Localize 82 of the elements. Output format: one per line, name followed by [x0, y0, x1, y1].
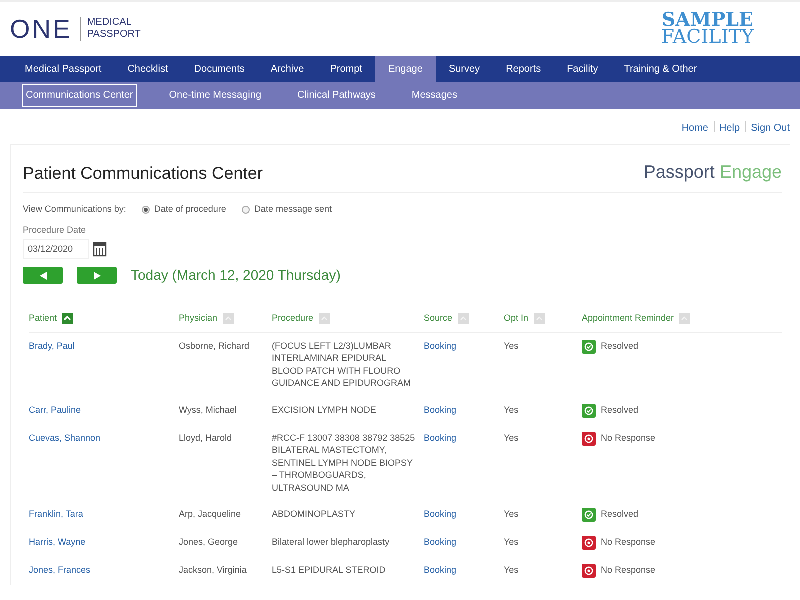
sort-icon[interactable]: [458, 313, 469, 324]
source-link[interactable]: Booking: [424, 432, 457, 442]
nav-tab[interactable]: Archive: [258, 56, 318, 82]
subnav-tab[interactable]: Messages: [408, 84, 462, 107]
radio-icon[interactable]: [142, 206, 150, 214]
source-link[interactable]: Booking: [424, 565, 457, 575]
nav-tab[interactable]: Medical Passport: [12, 56, 115, 82]
radio-option[interactable]: Date message sent: [242, 203, 332, 216]
patient-link[interactable]: Brady, Paul: [29, 340, 75, 350]
right-triangle-icon: [94, 272, 100, 280]
subnav-tab[interactable]: Communications Center: [22, 84, 138, 107]
subnav-tab[interactable]: One-time Messaging: [165, 84, 266, 107]
reminder-status: No Response: [601, 536, 656, 548]
logo-subtitle: MEDICAL PASSPORT: [80, 17, 141, 41]
column-header[interactable]: Appointment Reminder: [582, 312, 674, 326]
column-header[interactable]: Patient: [29, 312, 58, 326]
nav-tab[interactable]: Survey: [436, 56, 494, 82]
radio-option[interactable]: Date of procedure: [142, 203, 226, 216]
nav-tab[interactable]: Documents: [181, 56, 258, 82]
column-header[interactable]: Physician: [179, 312, 218, 326]
procedure-text: ABDOMINOPLASTY: [272, 509, 356, 519]
nav-tab[interactable]: Reports: [493, 56, 554, 82]
sort-icon[interactable]: [222, 313, 234, 324]
nav-tab[interactable]: Checklist: [114, 56, 182, 82]
opt-in-value: Yes: [504, 509, 519, 519]
patient-link[interactable]: Carr, Pauline: [29, 404, 82, 414]
header-link[interactable]: Sign Out: [751, 121, 790, 136]
opt-in-value: Yes: [504, 340, 519, 350]
opt-in-value: Yes: [504, 404, 519, 414]
source-link[interactable]: Booking: [424, 340, 457, 350]
opt-in-value: Yes: [504, 432, 519, 442]
today-heading: Today (March 12, 2020 Thursday): [131, 266, 341, 285]
column-header[interactable]: Opt In: [504, 312, 529, 326]
physician-name: Wyss, Michael: [179, 404, 237, 414]
page-title: Patient Communications Center: [23, 162, 264, 184]
procedure-text: Bilateral lower blepharoplasty: [272, 537, 390, 547]
sort-icon[interactable]: [534, 313, 545, 324]
previous-day-button[interactable]: [23, 267, 63, 284]
left-triangle-icon: [40, 272, 46, 280]
reminder-status: No Response: [601, 564, 656, 576]
source-link[interactable]: Booking: [424, 404, 457, 414]
procedure-text: L5-S1 EPIDURAL STEROID: [272, 565, 386, 575]
reminder-status: Resolved: [601, 340, 639, 352]
procedure-text: #RCC-F 13007 38308 38792 38525 BILATERAL MASTECTOMY, SENTINEL LYMPH NODE BIOPSY – THROMBOGUARDS, ULTRASOUND MA: [272, 432, 416, 492]
patient-link[interactable]: Harris, Wayne: [29, 537, 86, 547]
logo-text: ONE: [10, 12, 72, 46]
nav-tab[interactable]: Prompt: [317, 56, 376, 82]
subnav-tab[interactable]: Clinical Pathways: [294, 84, 380, 107]
procedure-text: EXCISION LYMPH NODE: [272, 404, 376, 414]
view-by-label: View Communications by:: [23, 203, 126, 216]
procedure-text: (FOCUS LEFT L2/3)LUMBAR INTERLAMINAR EPIDURAL BLOOD PATCH WITH FLOURO GUIDANCE AND EPIDUROGRAM: [272, 340, 412, 388]
date-field[interactable]: 03/12/2020: [23, 239, 89, 259]
sort-icon[interactable]: [679, 313, 690, 324]
physician-name: Jones, George: [179, 537, 238, 547]
source-link[interactable]: Booking: [424, 537, 457, 547]
opt-in-value: Yes: [504, 565, 519, 575]
sort-icon[interactable]: [318, 313, 330, 324]
header-link[interactable]: Help: [720, 121, 740, 136]
patient-link[interactable]: Cuevas, Shannon: [29, 432, 101, 442]
header-link[interactable]: Home: [682, 121, 708, 136]
facility-logo: SAMPLE FACILITY: [661, 12, 754, 46]
reminder-status: Resolved: [601, 508, 639, 520]
nav-tab[interactable]: Facility: [554, 56, 612, 82]
column-header[interactable]: Procedure: [272, 312, 314, 326]
physician-name: Jackson, Virginia: [179, 565, 247, 575]
calendar-icon[interactable]: [93, 241, 107, 257]
radio-icon[interactable]: [242, 206, 250, 214]
next-day-button[interactable]: [77, 267, 117, 284]
opt-in-value: Yes: [504, 537, 519, 547]
physician-name: Arp, Jacqueline: [179, 509, 242, 519]
reminder-status: No Response: [601, 432, 656, 444]
reminder-status: Resolved: [601, 404, 639, 416]
patient-link[interactable]: Franklin, Tara: [29, 509, 84, 519]
column-header[interactable]: Source: [424, 312, 453, 326]
patient-link[interactable]: Jones, Frances: [29, 565, 91, 575]
nav-tab[interactable]: Engage: [375, 56, 436, 82]
source-link[interactable]: Booking: [424, 509, 457, 519]
date-label: Procedure Date: [23, 224, 88, 236]
brand-logo: Passport Engage: [644, 161, 782, 184]
physician-name: Osborne, Richard: [179, 340, 250, 350]
physician-name: Lloyd, Harold: [179, 432, 232, 442]
nav-tab[interactable]: Training & Other: [611, 56, 710, 82]
